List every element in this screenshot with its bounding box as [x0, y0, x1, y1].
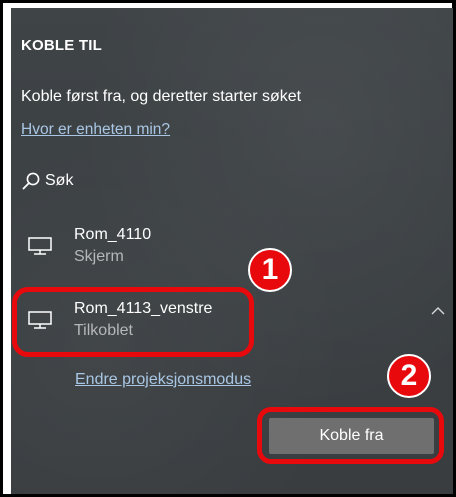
search-label: Søk [45, 172, 74, 189]
annotation-badge-1: 1 [248, 248, 292, 292]
device-item-rom-4113-venstre[interactable]: Rom_4113_venstre Tilkoblet [19, 300, 259, 348]
panel-title: KOBLE TIL [21, 37, 102, 54]
device-status: Skjerm [74, 248, 124, 265]
device-item-rom-4110[interactable]: Rom_4110 Skjerm [19, 226, 259, 274]
device-name: Rom_4113_venstre [74, 300, 213, 317]
search-icon [22, 172, 40, 190]
device-status: Tilkoblet [74, 322, 133, 339]
annotation-badge-2: 2 [387, 354, 431, 398]
where-is-device-link[interactable]: Hvor er enheten min? [21, 121, 170, 139]
monitor-icon [28, 311, 52, 329]
disconnect-button[interactable]: Koble fra [269, 418, 434, 454]
panel-subtitle: Koble først fra, og deretter starter søk… [21, 88, 302, 105]
chevron-up-icon[interactable] [431, 306, 445, 316]
change-projection-mode-link[interactable]: Endre projeksjonsmodus [75, 371, 251, 389]
search-button[interactable]: Søk [21, 168, 73, 194]
monitor-icon [28, 237, 52, 255]
device-name: Rom_4110 [74, 226, 152, 243]
